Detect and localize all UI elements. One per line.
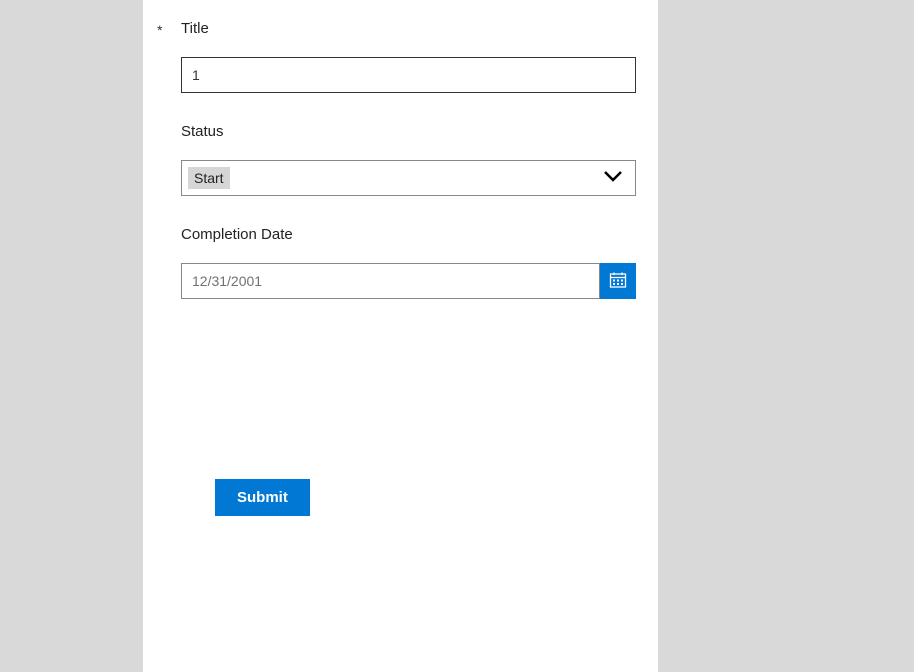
status-value: Start — [188, 167, 230, 189]
title-group: Title — [181, 20, 658, 93]
calendar-icon — [609, 271, 627, 292]
status-row: Status Start — [157, 123, 658, 196]
chevron-down-icon — [603, 169, 623, 187]
status-select[interactable]: Start — [181, 160, 636, 196]
form-panel: * Title Status Start Completion Date — [143, 0, 658, 672]
completion-row: Completion Date — [157, 226, 658, 299]
title-row: * Title — [157, 20, 658, 93]
completion-date-input[interactable] — [181, 263, 600, 299]
spacer — [157, 226, 181, 228]
date-wrap — [181, 263, 636, 299]
status-group: Status Start — [181, 123, 658, 196]
title-input[interactable] — [181, 57, 636, 93]
submit-button[interactable]: Submit — [215, 479, 310, 516]
completion-label: Completion Date — [181, 226, 636, 243]
completion-group: Completion Date — [181, 226, 658, 299]
title-label: Title — [181, 20, 636, 37]
calendar-button[interactable] — [600, 263, 636, 299]
required-marker: * — [157, 20, 181, 38]
status-label: Status — [181, 123, 636, 140]
spacer — [157, 123, 181, 125]
